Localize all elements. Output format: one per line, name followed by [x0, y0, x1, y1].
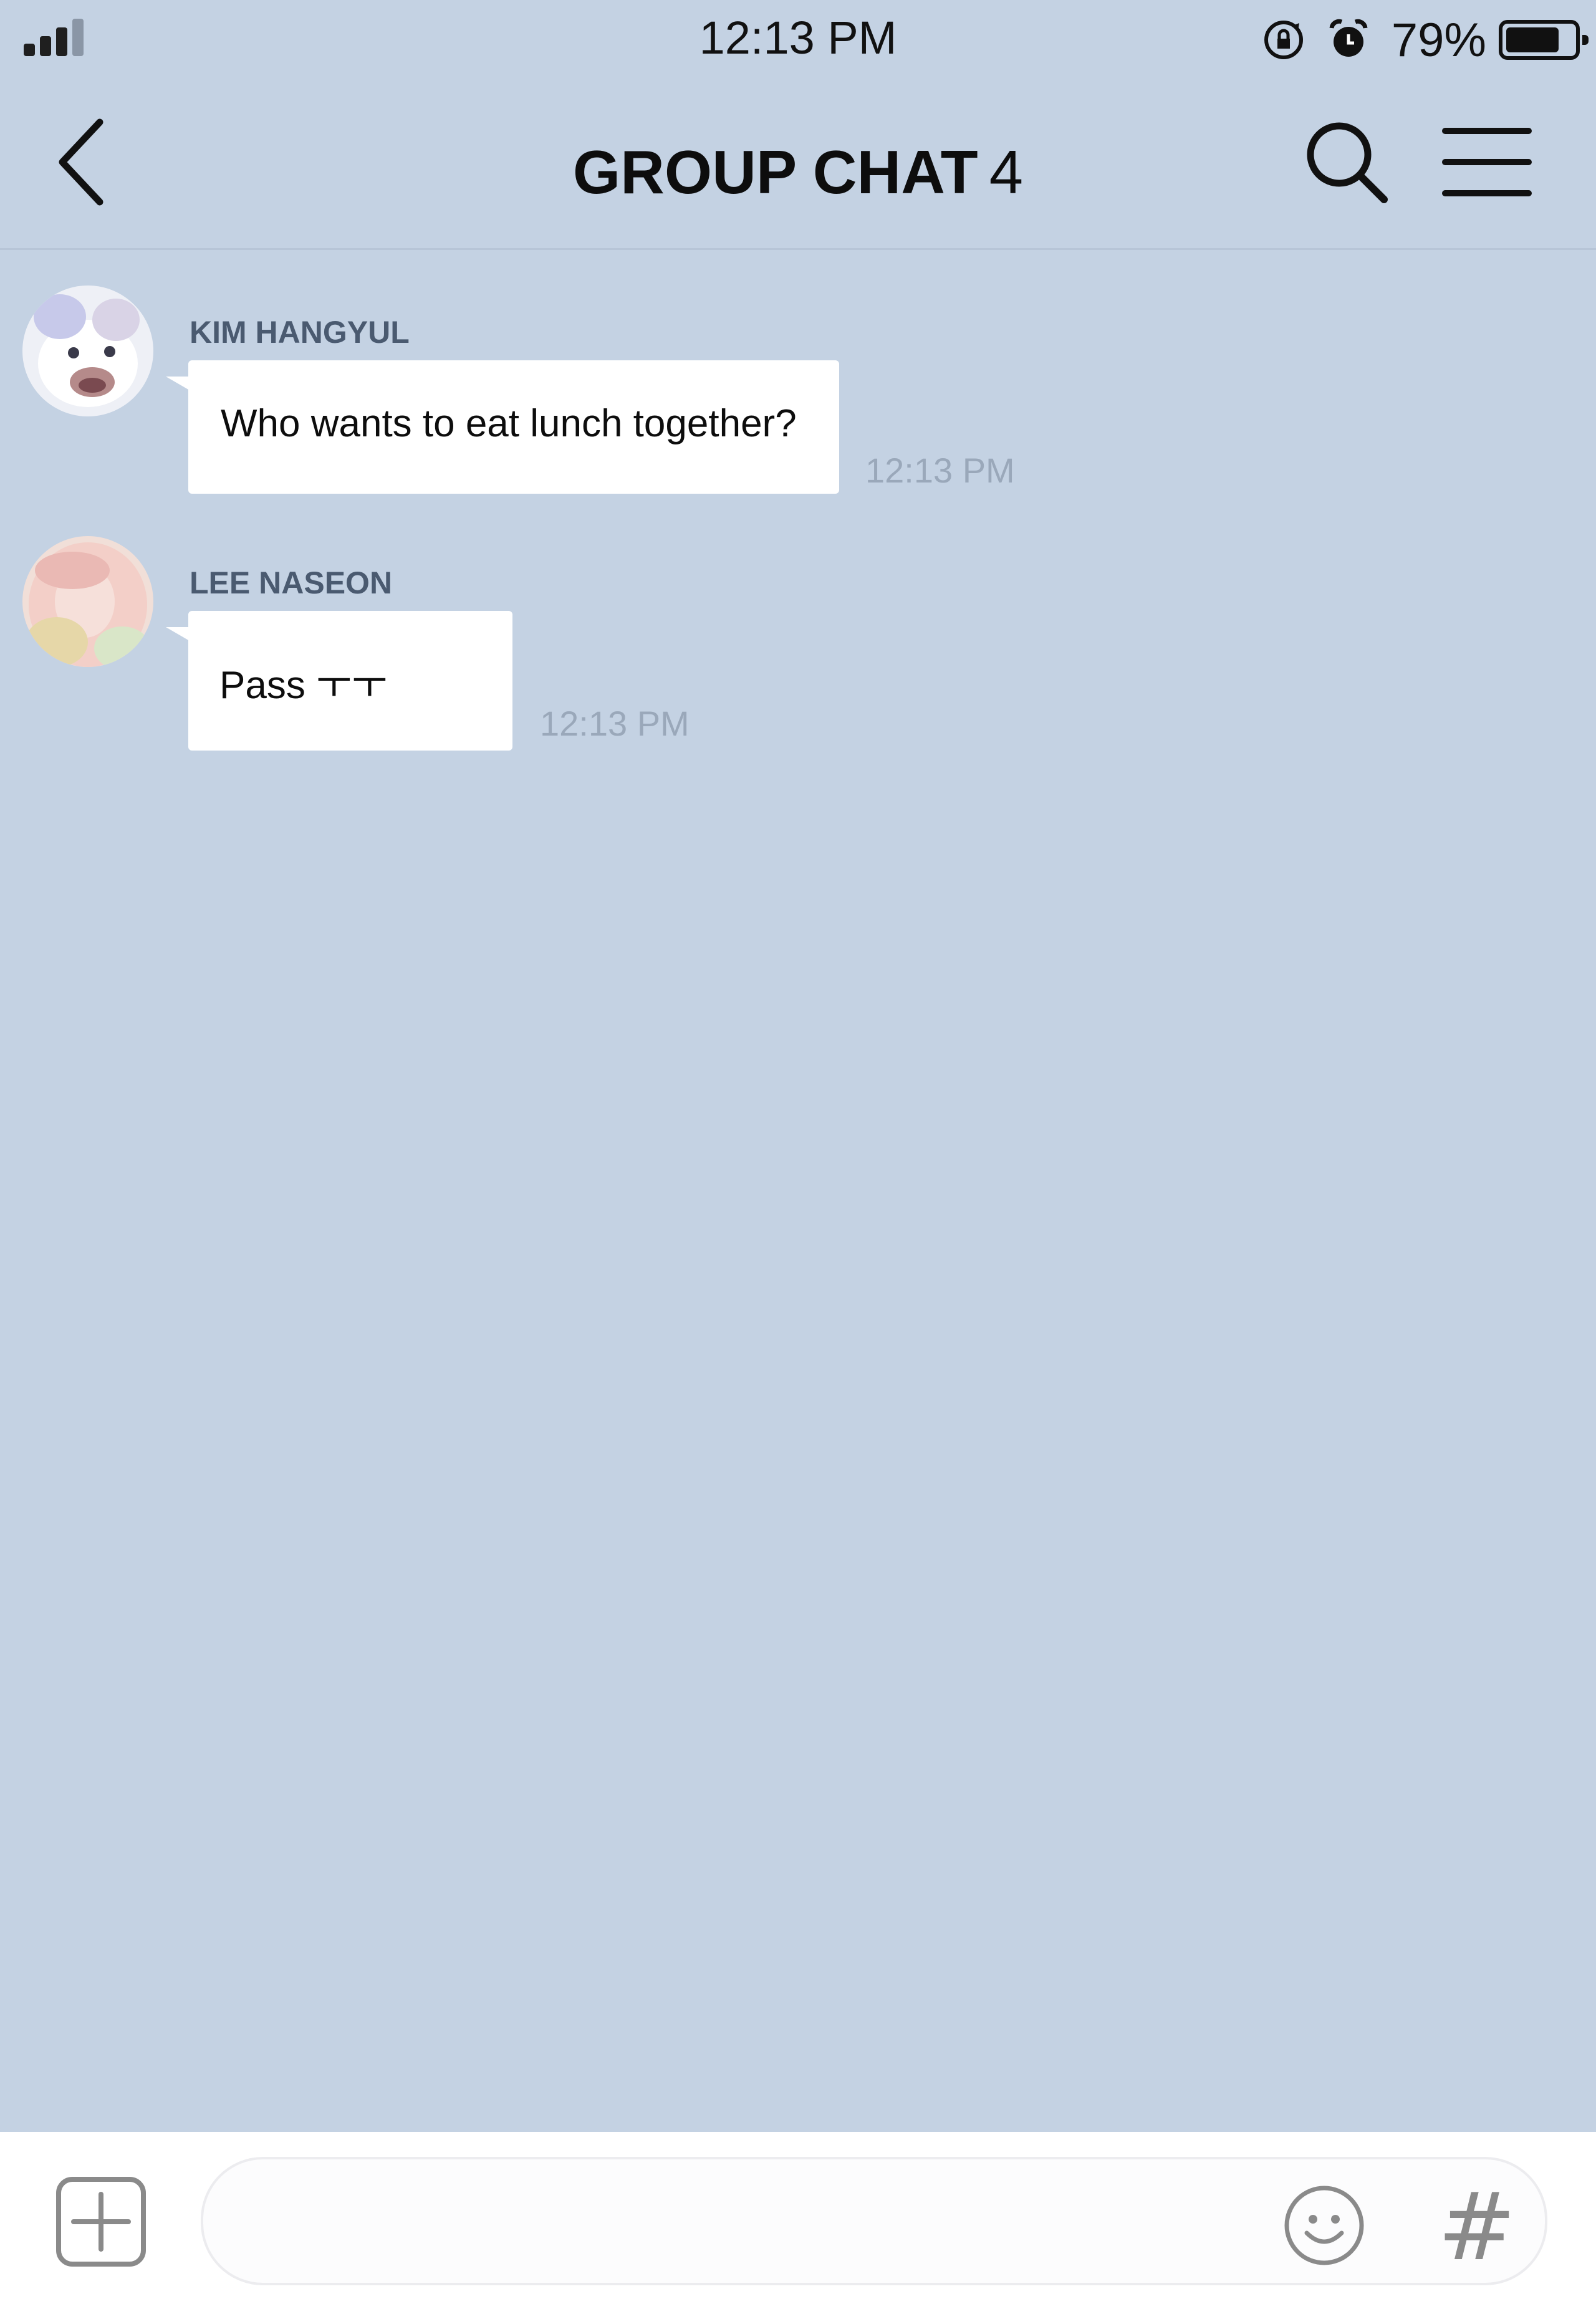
battery-fill [1506, 27, 1559, 52]
message-bubble[interactable]: Who wants to eat lunch together? [166, 360, 839, 494]
input-bar: # [0, 2132, 1596, 2304]
plus-icon[interactable] [55, 2176, 147, 2268]
sender-name: KIM HANGYUL [190, 315, 410, 350]
avatar-kim-hangyul[interactable] [22, 286, 153, 416]
avatar-lee-naseon[interactable] [22, 536, 153, 667]
message-timestamp: 12:13 PM [540, 704, 690, 743]
menu-icon[interactable] [1440, 123, 1534, 201]
message-item: KIM HANGYUL Who wants to eat lunch toget… [0, 286, 1596, 504]
emoji-icon[interactable] [1282, 2183, 1367, 2268]
message-item: LEE NASEON Pass ㅜㅜ 12:13 PM [0, 536, 1596, 754]
alarm-icon [1329, 19, 1368, 57]
message-input[interactable] [241, 2184, 1216, 2260]
member-count: 4 [989, 138, 1024, 206]
status-bar: 12:13 PM 79% [0, 0, 1596, 81]
hashtag-icon[interactable]: # [1438, 2181, 1516, 2274]
chat-header: GROUP CHAT 4 [0, 81, 1596, 250]
battery-percent: 79% [1391, 13, 1486, 67]
message-input-container: # [201, 2157, 1547, 2285]
battery-icon [1499, 20, 1589, 60]
message-timestamp: 12:13 PM [865, 451, 1015, 490]
rotation-lock-icon [1264, 21, 1303, 59]
group-name: GROUP CHAT [572, 138, 978, 206]
search-icon[interactable] [1303, 118, 1390, 206]
sender-name: LEE NASEON [190, 565, 393, 600]
message-bubble[interactable]: Pass ㅜㅜ [166, 611, 512, 751]
